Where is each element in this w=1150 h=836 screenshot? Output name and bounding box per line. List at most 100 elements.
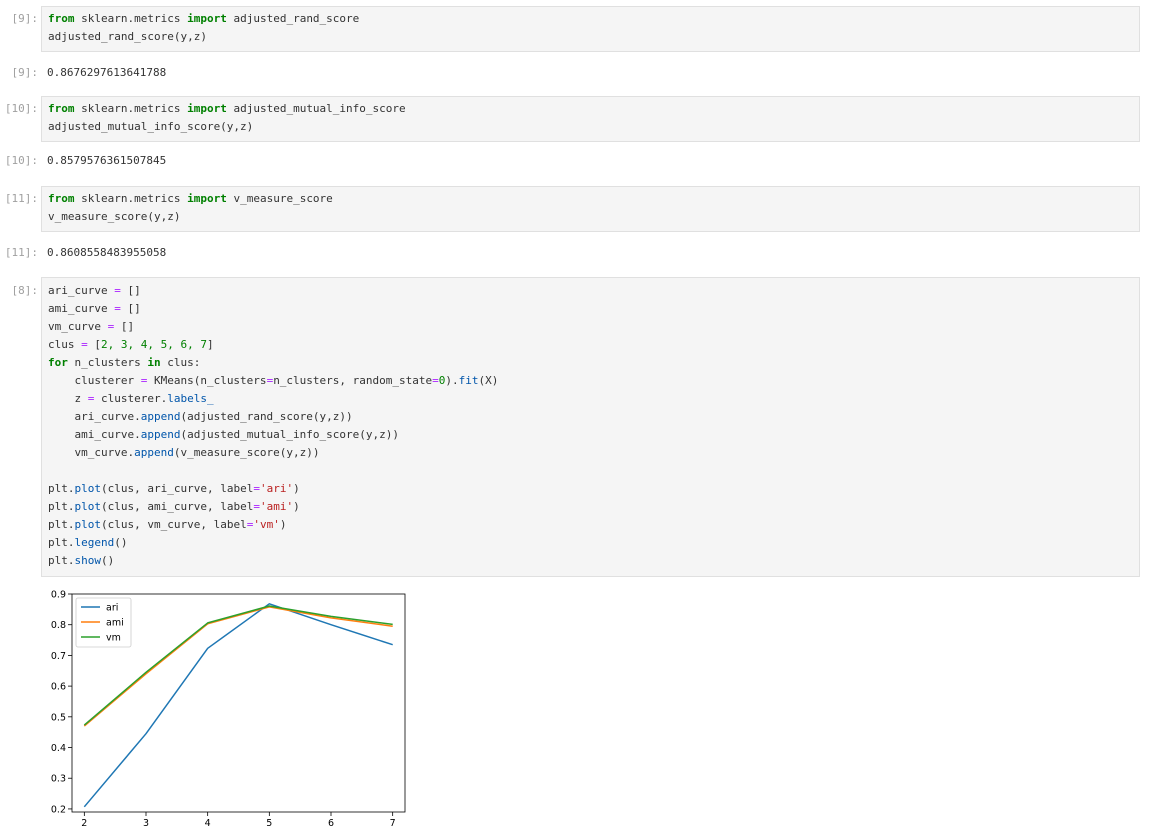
code-line: ari_curve.append(adjusted_rand_score(y,z… [48,408,1133,426]
method-name: plot [74,518,102,531]
code-input[interactable]: ari_curve = [] ami_curve = [] vm_curve =… [41,277,1140,577]
code-token: [] [120,284,141,297]
x-tick-label: 3 [143,818,149,829]
code-token: z [48,392,88,405]
keyword: import [187,192,227,205]
code-token: clusterer [48,374,141,387]
input-prompt: [8]: [11,284,39,297]
string-literal: 'ami' [259,500,294,513]
x-tick-label: 2 [81,818,87,829]
code-token: clusterer. [94,392,168,405]
line-chart: 2 3 4 5 6 7 0.2 0.3 0.4 0.5 0.6 0.7 0.8 0.9 ari ami vm [51,590,406,829]
legend-label-ari: ari [106,603,118,614]
method-name: fit [458,374,479,387]
method-name: legend [74,536,115,549]
code-token: (v_measure_score(y,z)) [173,446,320,459]
method-name: plot [74,500,102,513]
output-prompt: [11]: [4,246,38,259]
operator: = [432,374,439,387]
code-token: [] [120,302,141,315]
y-tick-label: 0.6 [51,682,66,693]
code-line: vm_curve = [] [48,318,1133,336]
import-name: adjusted_mutual_info_score [226,102,406,115]
code-token: () [114,536,128,549]
code-token: (adjusted_rand_score(y,z)) [180,410,353,423]
keyword: from [48,12,75,25]
code-token: [] [114,320,135,333]
code-line: adjusted_rand_score(y,z) [48,30,207,43]
code-line: plt.legend() [48,534,1133,552]
attribute-name: labels_ [167,392,214,405]
code-token: ari_curve [48,284,115,297]
code-input[interactable]: from sklearn.metrics import v_measure_sc… [41,186,1140,232]
keyword: from [48,192,75,205]
code-token: ) [293,500,300,513]
code-line: from sklearn.metrics import v_measure_sc… [48,190,1133,208]
keyword: import [187,102,227,115]
keyword: for [48,356,68,369]
module-name: sklearn.metrics [74,192,188,205]
code-token: clus: [160,356,201,369]
import-name: v_measure_score [226,192,333,205]
code-token: plt. [48,482,75,495]
code-line: from sklearn.metrics import adjusted_ran… [48,10,1133,28]
x-tick-label: 4 [205,818,211,829]
code-token: (clus, ari_curve, label [101,482,254,495]
x-tick-label: 7 [390,818,396,829]
method-name: plot [74,482,102,495]
x-tick-label: 5 [266,818,272,829]
y-tick-label: 0.3 [51,774,66,785]
code-token: vm_curve [48,320,108,333]
code-token: ). [445,374,459,387]
code-token: n_clusters, random_state [273,374,433,387]
operator: = [114,284,121,297]
code-line: ami_curve = [] [48,300,1133,318]
output-prompt: [10]: [4,154,38,167]
module-name: sklearn.metrics [74,102,188,115]
code-line: from sklearn.metrics import adjusted_mut… [48,100,1133,118]
code-line: plt.plot(clus, ami_curve, label='ami') [48,498,1133,516]
operator: = [253,482,260,495]
legend-label-vm: vm [106,633,121,644]
code-line: v_measure_score(y,z) [48,210,181,223]
code-token: (clus, ami_curve, label [101,500,254,513]
y-tick-label: 0.2 [51,804,66,815]
keyword: import [187,12,227,25]
output-value: 0.8579576361507845 [47,154,167,167]
method-name: show [74,554,102,567]
code-line: clus = [2, 3, 4, 5, 6, 7] [48,336,1133,354]
code-input[interactable]: from sklearn.metrics import adjusted_ran… [41,6,1140,52]
code-line: plt.plot(clus, ari_curve, label='ari') [48,480,1133,498]
code-input[interactable]: from sklearn.metrics import adjusted_mut… [41,96,1140,142]
code-line: plt.show() [48,552,1133,570]
code-token: plt. [48,500,75,513]
code-token: ] [206,338,214,351]
code-token: plt. [48,518,75,531]
code-token: ari_curve. [48,410,141,423]
operator: = [253,500,260,513]
code-token: (clus, vm_curve, label [101,518,247,531]
code-token: (adjusted_mutual_info_score(y,z)) [180,428,400,441]
code-token: ) [279,518,287,531]
code-token: () [101,554,115,567]
y-tick-label: 0.5 [51,712,66,723]
code-token: plt. [48,554,75,567]
code-line: plt.plot(clus, vm_curve, label='vm') [48,516,1133,534]
keyword: from [48,102,75,115]
method-name: append [140,428,181,441]
code-token: n_clusters [67,356,148,369]
code-line: adjusted_mutual_info_score(y,z) [48,120,254,133]
code-token: vm_curve. [48,446,135,459]
legend-label-ami: ami [106,618,124,629]
code-token: clus [48,338,82,351]
output-value: 0.8676297613641788 [47,66,167,79]
operator: = [81,338,88,351]
module-name: sklearn.metrics [74,12,188,25]
import-name: adjusted_rand_score [226,12,360,25]
code-token: ami_curve. [48,428,141,441]
code-line: ami_curve.append(adjusted_mutual_info_sc… [48,426,1133,444]
code-token: (X) [478,374,499,387]
operator: = [114,302,121,315]
input-prompt: [11]: [4,192,38,205]
